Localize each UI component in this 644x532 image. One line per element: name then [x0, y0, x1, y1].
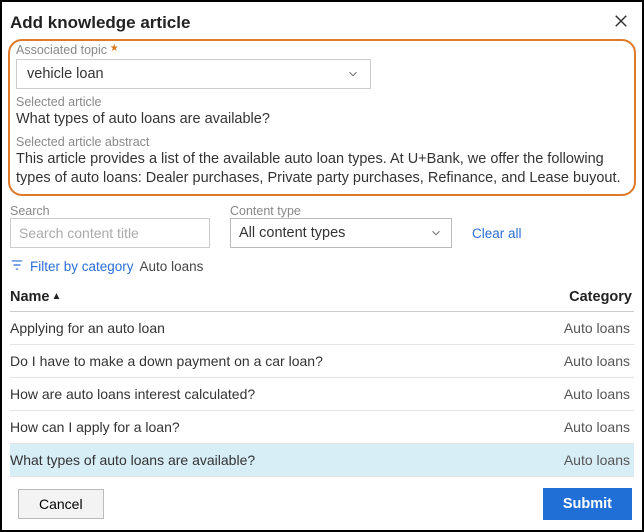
filter-by-category-row: Filter by category Auto loans: [2, 248, 642, 283]
content-type-column: Content type All content types: [230, 204, 452, 248]
cell-category: Auto loans: [564, 386, 630, 402]
filter-category-value: Auto loans: [140, 259, 204, 274]
selected-abstract-value: This article provides a list of the avai…: [16, 150, 628, 188]
selected-article-label: Selected article: [16, 95, 628, 109]
modal-footer: Cancel Submit: [2, 478, 642, 530]
associated-topic-value: vehicle loan: [27, 66, 104, 82]
filter-icon[interactable]: [10, 258, 24, 275]
filter-by-category-link[interactable]: Filter by category: [30, 259, 134, 274]
submit-button[interactable]: Submit: [543, 488, 632, 520]
required-star-icon: ★: [107, 43, 119, 54]
cell-name: What types of auto loans are available?: [10, 452, 255, 468]
content-type-value: All content types: [239, 225, 345, 241]
search-input[interactable]: [10, 218, 210, 248]
cell-name: Applying for an auto loan: [10, 320, 165, 336]
modal-header: Add knowledge article: [2, 2, 642, 39]
filters-row: Search Content type All content types Cl…: [2, 202, 642, 248]
table-row[interactable]: How are auto loans interest calculated? …: [10, 378, 634, 411]
associated-topic-select[interactable]: vehicle loan: [16, 59, 371, 89]
associated-topic-label: Associated topic ★: [16, 43, 628, 57]
modal-title: Add knowledge article: [10, 13, 190, 33]
cancel-button[interactable]: Cancel: [18, 489, 104, 519]
content-type-select[interactable]: All content types: [230, 218, 452, 248]
cell-name: How are auto loans interest calculated?: [10, 386, 255, 402]
search-label: Search: [10, 204, 210, 218]
cell-category: Auto loans: [564, 452, 630, 468]
cell-category: Auto loans: [564, 320, 630, 336]
content-type-label: Content type: [230, 204, 452, 218]
table-row[interactable]: Do I have to make a down payment on a ca…: [10, 345, 634, 378]
chevron-down-icon: [429, 226, 443, 240]
clear-all-link[interactable]: Clear all: [472, 226, 522, 241]
cell-name: How can I apply for a loan?: [10, 419, 180, 435]
sort-asc-icon: ▲: [52, 291, 62, 302]
col-header-category[interactable]: Category: [569, 289, 632, 305]
chevron-down-icon: [346, 67, 360, 81]
table-header: Name▲ Category: [10, 283, 634, 312]
search-column: Search: [10, 204, 210, 248]
results-table: Name▲ Category Applying for an auto loan…: [2, 283, 642, 478]
add-knowledge-modal: Add knowledge article Associated topic ★…: [0, 0, 644, 532]
table-row[interactable]: What types of auto loans are available? …: [10, 444, 634, 477]
selected-abstract-label: Selected article abstract: [16, 135, 628, 149]
selected-article-value: What types of auto loans are available?: [16, 110, 628, 129]
cell-category: Auto loans: [564, 353, 630, 369]
cell-name: Do I have to make a down payment on a ca…: [10, 353, 323, 369]
table-row[interactable]: Applying for an auto loan Auto loans: [10, 312, 634, 345]
col-header-name[interactable]: Name▲: [10, 289, 61, 305]
close-icon[interactable]: [612, 12, 630, 33]
associated-topic-highlight: Associated topic ★ vehicle loan Selected…: [8, 39, 636, 196]
table-row[interactable]: How can I apply for a loan? Auto loans: [10, 411, 634, 444]
cell-category: Auto loans: [564, 419, 630, 435]
